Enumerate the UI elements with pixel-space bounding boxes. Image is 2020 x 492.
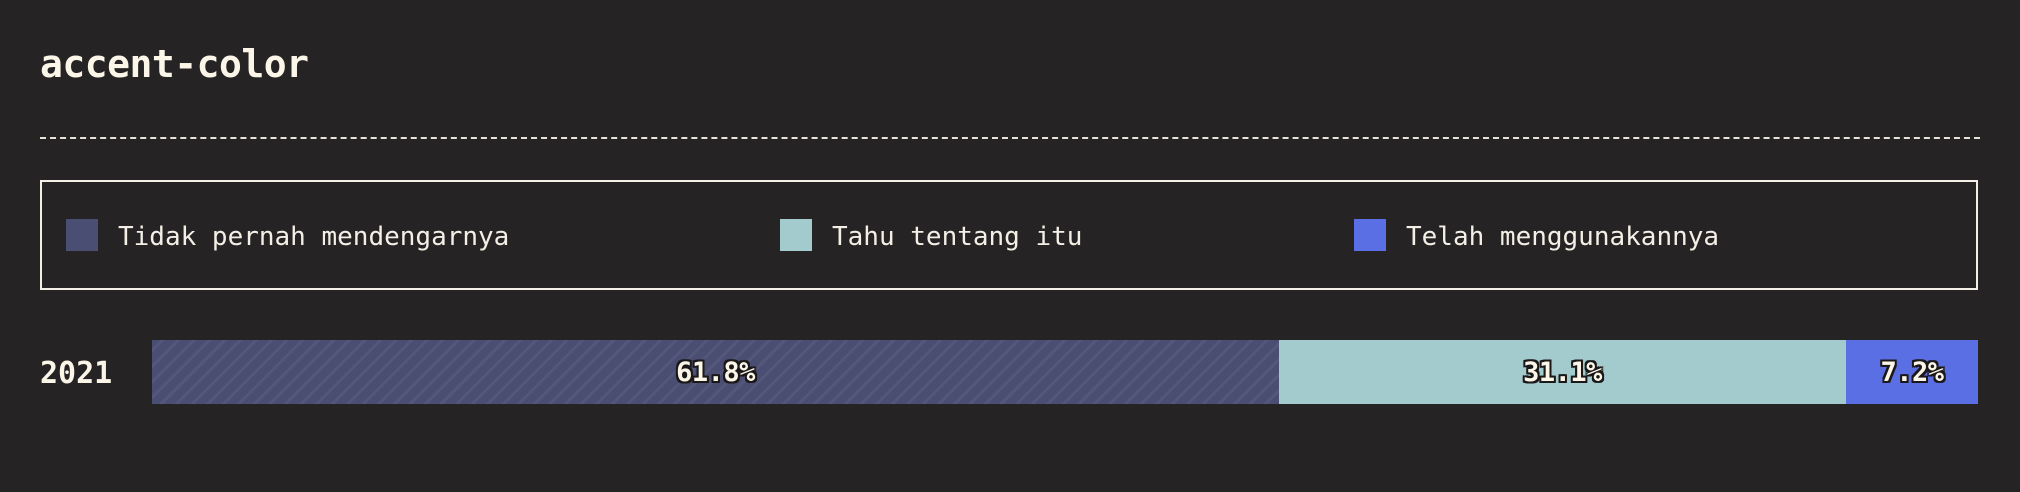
stacked-bar-2021: 61.8% 31.1% 7.2%: [152, 340, 1978, 404]
legend-item-used-it: Telah menggunakannya: [1354, 218, 1719, 252]
legend-swatch-know-about: [780, 219, 812, 251]
bar-segment-know-about: 31.1%: [1279, 340, 1846, 404]
bar-value-label-used-it: 7.2%: [1880, 356, 1944, 388]
legend: Tidak pernah mendengarnya Tahu tentang i…: [40, 180, 1978, 290]
legend-item-never-heard: Tidak pernah mendengarnya: [66, 218, 509, 252]
legend-label-know-about: Tahu tentang itu: [832, 222, 1083, 252]
legend-item-know-about: Tahu tentang itu: [780, 218, 1082, 252]
legend-swatch-never-heard: [66, 219, 98, 251]
bar-value-label-know-about: 31.1%: [1523, 356, 1602, 388]
row-label-2021: 2021: [40, 356, 113, 391]
bar-segment-used-it: 7.2%: [1846, 340, 1978, 404]
dashed-divider: [40, 137, 1980, 139]
legend-label-never-heard: Tidak pernah mendengarnya: [118, 222, 510, 252]
bar-segment-never-heard: 61.8%: [152, 340, 1279, 404]
legend-label-used-it: Telah menggunakannya: [1406, 222, 1720, 252]
bar-value-label-never-heard: 61.8%: [676, 356, 755, 388]
chart-title: accent-color: [40, 42, 309, 86]
legend-swatch-used-it: [1354, 219, 1386, 251]
